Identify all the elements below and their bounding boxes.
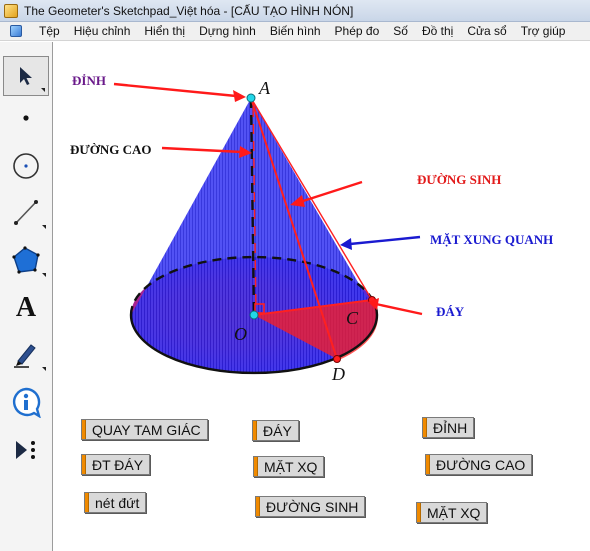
compass-tool-icon (13, 153, 39, 179)
generatrix-arrow-shaft (299, 180, 363, 204)
action-button-duong-sinh[interactable]: ĐƯỜNG SINH (255, 496, 366, 517)
window-title: The Geometer's Sketchpad_Việt hóa - [CẤU… (24, 3, 354, 18)
action-button-label: nét đứt (95, 495, 140, 511)
tool-point[interactable] (3, 98, 49, 138)
menu-graph[interactable]: Đồ thị (415, 24, 460, 38)
annotation-generatrix[interactable]: ĐƯỜNG SINH (417, 172, 501, 188)
menu-edit[interactable]: Hiệu chỉnh (67, 24, 138, 38)
action-button-label: ĐƯỜNG SINH (266, 499, 359, 515)
action-button-dt-day[interactable]: ĐT ĐÁY (81, 454, 151, 475)
lateral-arrow-shaft (349, 235, 421, 246)
sketchpad-app-icon (4, 3, 18, 18)
marker-tool-icon (14, 344, 36, 368)
tool-information[interactable] (3, 382, 49, 422)
menu-help[interactable]: Trợ giúp (514, 24, 573, 38)
tool-arrow-menu-indicator (41, 88, 45, 92)
menu-number[interactable]: Số (386, 24, 415, 38)
annotation-apex[interactable]: ĐỈNH (72, 73, 106, 89)
arrow-select-icon (20, 67, 32, 85)
label-C[interactable]: C (346, 308, 358, 329)
apex-arrow-head (233, 90, 246, 102)
toolbox: A (0, 42, 53, 551)
label-O[interactable]: O (234, 324, 247, 345)
lateral-arrow-head (340, 238, 352, 250)
annotation-height[interactable]: ĐƯỜNG CAO (70, 142, 152, 158)
document-icon[interactable] (10, 25, 22, 37)
point-tool-icon (23, 115, 29, 121)
action-button-quay-tam-giac[interactable]: QUAY TAM GIÁC (81, 419, 208, 440)
tool-marker-menu-indicator (42, 367, 46, 371)
action-button-mat-xq-1[interactable]: MẶT XQ (253, 456, 325, 477)
tool-custom[interactable] (3, 430, 49, 470)
sketch-canvas[interactable]: A O C D ĐỈNH ĐƯỜNG CAO ĐƯỜNG SINH MẶT XU… (54, 42, 590, 551)
menu-bar: Tệp Hiệu chỉnh Hiển thị Dựng hình Biến h… (0, 22, 590, 41)
action-button-label: ĐƯỜNG CAO (436, 457, 526, 473)
label-D[interactable]: D (332, 364, 345, 385)
title-bar: The Geometer's Sketchpad_Việt hóa - [CẤU… (0, 0, 590, 22)
point-A[interactable] (246, 93, 256, 103)
action-button-label: ĐT ĐÁY (92, 457, 144, 473)
tool-arrow[interactable] (3, 56, 49, 96)
action-button-mat-xq-2[interactable]: MẶT XQ (416, 502, 488, 523)
tool-polygon[interactable] (3, 240, 49, 280)
tool-straightedge[interactable] (3, 192, 49, 232)
text-tool-icon: A (15, 292, 37, 323)
straightedge-tool-icon (14, 200, 38, 225)
menu-construct[interactable]: Dựng hình (192, 24, 263, 38)
action-button-label: MẶT XQ (427, 505, 481, 521)
action-button-label: MẶT XQ (264, 459, 318, 475)
tool-polygon-menu-indicator (42, 273, 46, 277)
menu-window[interactable]: Cửa sổ (460, 24, 513, 38)
action-button-label: ĐÁY (263, 423, 292, 439)
action-button-net-dut[interactable]: nét đứt (84, 492, 147, 513)
point-D[interactable] (333, 355, 341, 363)
action-button-day[interactable]: ĐÁY (252, 420, 299, 441)
menu-file[interactable]: Tệp (32, 24, 67, 38)
action-button-dinh[interactable]: ĐỈNH (422, 417, 475, 438)
tool-text[interactable]: A (3, 288, 49, 328)
annotation-lateral-surface[interactable]: MẶT XUNG QUANH (430, 232, 553, 248)
base-arrow-shaft (375, 302, 423, 316)
menu-transform[interactable]: Biến hình (263, 24, 328, 38)
custom-tool-icon (16, 441, 35, 459)
polygon-tool-icon (12, 246, 40, 274)
label-A[interactable]: A (259, 78, 270, 99)
menu-measure[interactable]: Phép đo (328, 24, 387, 38)
action-button-label: ĐỈNH (433, 420, 468, 436)
tool-straightedge-menu-indicator (42, 225, 46, 229)
point-O[interactable] (249, 310, 259, 320)
action-button-duong-cao[interactable]: ĐƯỜNG CAO (425, 454, 533, 475)
tool-marker[interactable] (3, 334, 49, 374)
menu-display[interactable]: Hiển thị (137, 24, 192, 38)
apex-arrow-shaft (113, 82, 237, 98)
action-button-label: QUAY TAM GIÁC (92, 422, 201, 438)
information-tool-icon (13, 387, 41, 418)
tool-compass[interactable] (3, 146, 49, 186)
annotation-base[interactable]: ĐÁY (436, 304, 464, 320)
